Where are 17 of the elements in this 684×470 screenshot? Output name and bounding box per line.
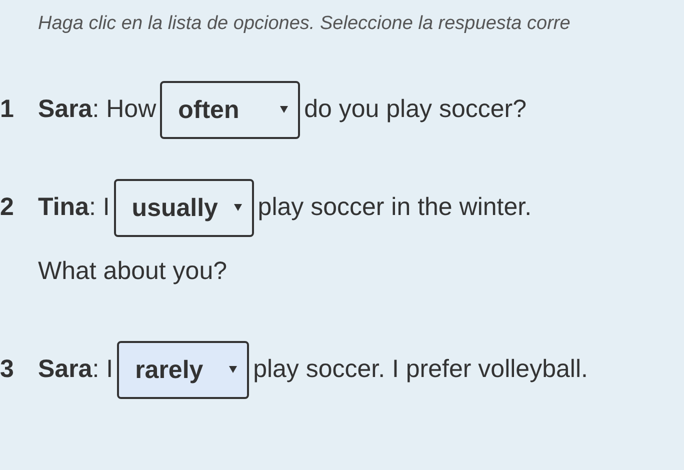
caret-icon — [234, 204, 242, 212]
caret-icon — [280, 106, 288, 114]
answer-dropdown[interactable]: often — [160, 80, 300, 139]
instruction-text: Haga clic en la lista de opciones. Seleccione la respuesta corre — [37, 12, 572, 36]
question-number: 3 — [0, 354, 15, 384]
question-number: 1 — [0, 94, 15, 124]
answer-dropdown[interactable]: usually — [114, 178, 254, 237]
sentence-end: play soccer in the winter. — [258, 192, 532, 220]
sentence-end: play soccer. I prefer volleyball. — [253, 354, 588, 382]
caret-icon — [229, 366, 238, 374]
sentence-end: do you play soccer? — [304, 94, 526, 122]
sentence-start: Sara: How — [38, 94, 156, 122]
question-number: 2 — [0, 192, 15, 222]
sentence-start: Tina: I — [38, 192, 110, 220]
sentence-start: Sara: I — [38, 354, 114, 382]
sentence-text: What about you? — [38, 256, 228, 286]
answer-dropdown[interactable]: rarely — [117, 340, 250, 399]
